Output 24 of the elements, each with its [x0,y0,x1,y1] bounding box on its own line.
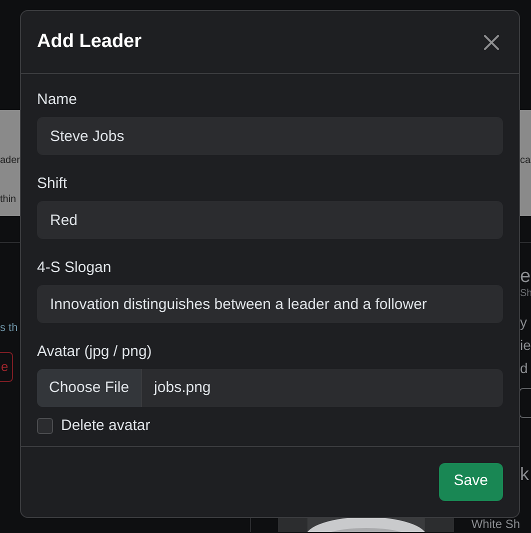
caption-text: White Sh [471,517,520,532]
save-button[interactable]: Save [438,462,503,500]
modal-title: Add Leader [37,30,142,54]
card-title: k [520,467,530,481]
input-field[interactable]: Steve Jobs [37,117,503,155]
banner-text: ca [520,155,531,166]
card-title: e [520,267,531,287]
card-text: d [520,359,529,378]
checkbox[interactable] [37,418,53,434]
field-label: Name [37,91,78,109]
banner-text: ader [0,154,20,168]
file-name: jobs.png [152,378,212,398]
field-label: Shift [37,175,68,193]
choose-file-button[interactable]: Choose File [37,369,142,407]
input-field[interactable]: Innovation distinguishes between a leader and a follower [37,285,503,323]
field-label: 4-S Slogan [37,259,112,277]
file-input[interactable]: Choose File jobs.png [37,369,503,407]
banner-text: thin [0,193,18,207]
input-field[interactable]: Red [37,201,503,239]
card-text: y [520,313,528,332]
checkbox-label: Delete avatar [61,416,150,436]
field-label: Avatar (jpg / png) [37,343,153,361]
body-text: s th [0,321,19,335]
card-text: ie [520,336,531,355]
